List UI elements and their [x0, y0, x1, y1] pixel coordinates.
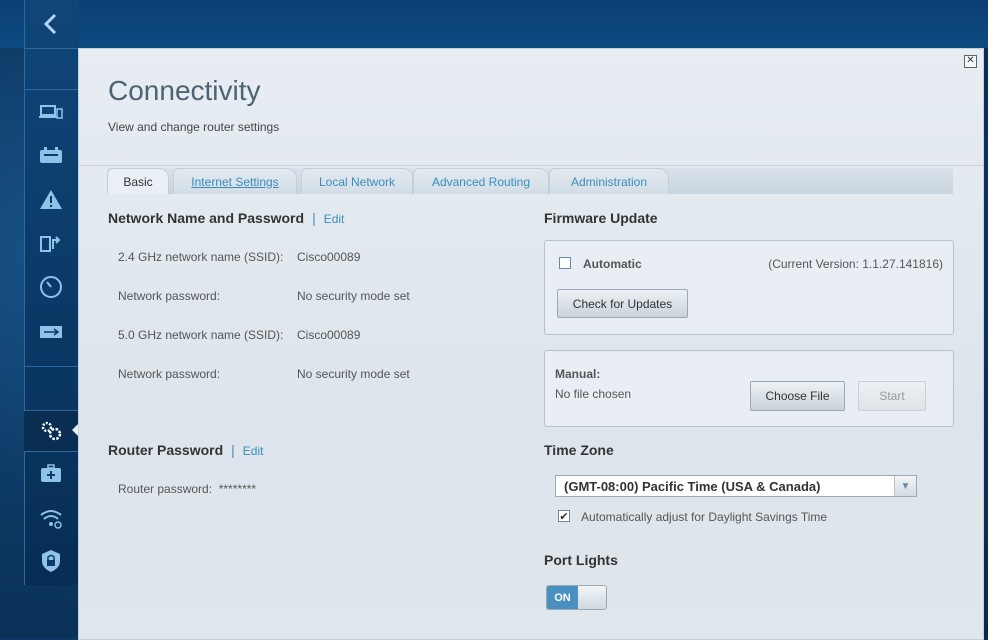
sidebar-divider [24, 48, 78, 49]
close-button[interactable]: ✕ [964, 55, 977, 68]
tab-advanced-routing[interactable]: Advanced Routing [413, 168, 549, 194]
shield-lock-icon [42, 550, 60, 572]
check-for-updates-button[interactable]: Check for Updates [557, 289, 688, 318]
router-password-label: Router password: [118, 482, 213, 496]
ssid-50-value: Cisco00089 [297, 328, 361, 342]
choose-file-button[interactable]: Choose File [750, 381, 845, 411]
sidebar-divider [24, 366, 78, 367]
top-banner [0, 0, 988, 48]
firmware-manual-box: Manual: No file chosen Choose File Start [544, 350, 954, 427]
tab-administration[interactable]: Administration [549, 168, 669, 194]
start-button[interactable]: Start [858, 381, 926, 411]
connectivity-panel: ✕ Connectivity View and change router se… [78, 48, 984, 640]
sidebar-item-devices[interactable] [24, 94, 78, 130]
first-aid-icon [41, 464, 61, 482]
sidebar-item-troubleshooting[interactable] [24, 182, 78, 218]
checkmark-icon: ✔ [559, 510, 569, 523]
router-icon [40, 147, 62, 163]
password-50-value: No security mode set [297, 367, 410, 381]
dst-checkbox[interactable]: ✔ [558, 510, 570, 523]
wireless-icon [40, 510, 62, 529]
automatic-label: Automatic [583, 257, 642, 271]
ssid-24-label: 2.4 GHz network name (SSID): [118, 250, 284, 264]
sidebar-item-connectivity[interactable] [24, 410, 78, 452]
tab-basic[interactable]: Basic [107, 168, 169, 194]
router-password-heading: Router Password [108, 442, 224, 458]
speedometer-icon [40, 276, 62, 298]
ssid-50-label: 5.0 GHz network name (SSID): [118, 328, 284, 342]
toggle-knob [578, 586, 606, 609]
manual-label: Manual: [555, 367, 601, 381]
dst-label: Automatically adjust for Daylight Saving… [581, 510, 828, 524]
sidebar-item-router[interactable] [24, 137, 78, 173]
chevron-down-icon: ▼ [894, 476, 916, 496]
router-password-edit-link[interactable]: Edit [243, 444, 264, 458]
ssid-24-value: Cisco00089 [297, 250, 361, 264]
network-section-title: Network Name and Password | Edit [108, 210, 344, 226]
media-prioritization-icon [40, 236, 61, 252]
network-section-heading: Network Name and Password [108, 210, 305, 226]
router-password-value: ******** [218, 482, 257, 496]
router-password-row: Router password: ******** [118, 482, 256, 496]
close-icon: ✕ [966, 55, 975, 66]
port-lights-toggle[interactable]: ON [546, 585, 607, 610]
timezone-section-title: Time Zone [544, 442, 614, 458]
title-separator: | [312, 210, 316, 226]
page-subtitle: View and change router settings [108, 120, 280, 134]
header-divider [79, 165, 983, 166]
network-edit-link[interactable]: Edit [324, 212, 345, 226]
timezone-selected-value: (GMT-08:00) Pacific Time (USA & Canada) [564, 479, 821, 494]
back-button[interactable] [24, 0, 78, 48]
port-lights-section-title: Port Lights [544, 552, 618, 568]
password-50-label: Network password: [118, 367, 221, 381]
tab-internet-settings[interactable]: Internet Settings [173, 168, 297, 194]
automatic-checkbox[interactable] [559, 257, 571, 269]
firmware-section-title: Firmware Update [544, 210, 658, 226]
file-status: No file chosen [555, 387, 632, 401]
sidebar-divider [24, 89, 78, 90]
sidebar-item-usb[interactable] [24, 314, 78, 350]
sidebar-item-speed[interactable] [24, 269, 78, 305]
sidebar-item-wireless[interactable] [24, 500, 78, 536]
tab-local-network[interactable]: Local Network [301, 168, 413, 194]
warning-icon [40, 190, 62, 209]
chevron-left-icon [43, 13, 57, 35]
timezone-select[interactable]: (GMT-08:00) Pacific Time (USA & Canada) … [555, 475, 917, 497]
sidebar-item-media[interactable] [24, 226, 78, 262]
devices-icon [39, 105, 63, 119]
router-password-section-title: Router Password | Edit [108, 442, 263, 458]
firmware-auto-box: Automatic (Current Version: 1.1.27.14181… [544, 240, 954, 335]
password-24-label: Network password: [118, 289, 221, 303]
password-24-value: No security mode set [297, 289, 410, 303]
gear-icon [41, 421, 62, 441]
sidebar-item-first-aid[interactable] [24, 456, 78, 492]
page-title: Connectivity [108, 75, 261, 106]
usb-icon [40, 326, 62, 338]
toggle-state-label: ON [547, 586, 578, 609]
current-version: (Current Version: 1.1.27.141816) [768, 257, 943, 271]
tab-bar: Basic Internet Settings Local Network Ad… [107, 168, 953, 194]
title-separator: | [231, 442, 235, 458]
sidebar-item-security[interactable] [24, 543, 78, 579]
